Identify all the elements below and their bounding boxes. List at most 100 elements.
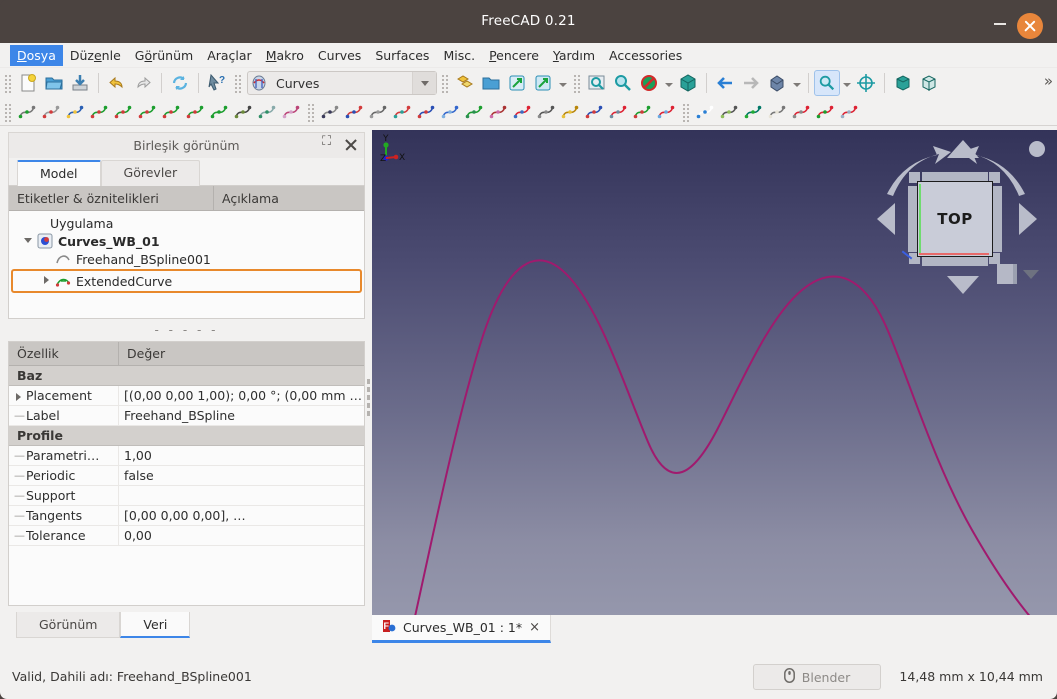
close-button[interactable] — [1017, 13, 1043, 39]
menu-item-misc[interactable]: Misc. — [436, 45, 482, 66]
corner-cube-icon[interactable] — [997, 264, 1017, 284]
menu-item-curves[interactable]: Curves — [311, 45, 368, 66]
navcube-face[interactable]: TOP — [917, 181, 993, 257]
menu-item-ara-lar[interactable]: Araçlar — [200, 45, 259, 66]
isocurve-icon[interactable] — [534, 100, 558, 124]
property-row[interactable]: — Tangents [0,00 0,00 0,00], … — [9, 506, 364, 526]
blend-surface-icon[interactable] — [342, 100, 366, 124]
undo-icon[interactable] — [104, 70, 130, 96]
gordon-surface-icon[interactable] — [279, 100, 303, 124]
tree-item[interactable]: Freehand_BSpline001 — [9, 250, 364, 268]
property-value-cell[interactable]: [0,00 0,00 0,00], … — [119, 506, 364, 525]
toolbar-grip[interactable] — [233, 73, 242, 93]
nav-down-icon[interactable] — [947, 276, 979, 294]
mixed-curve-icon[interactable] — [654, 100, 678, 124]
zoom-icon[interactable] — [610, 70, 636, 96]
forward-arrow-icon[interactable] — [738, 70, 764, 96]
fit-selection-icon[interactable] — [853, 70, 879, 96]
open-document-icon[interactable] — [41, 70, 67, 96]
property-row[interactable]: — Label Freehand_BSpline — [9, 406, 364, 426]
clipboard-icon[interactable] — [765, 100, 789, 124]
interpolate-icon[interactable] — [159, 100, 183, 124]
bspline-icon[interactable] — [39, 100, 63, 124]
profile-support-icon[interactable] — [414, 100, 438, 124]
axonometric-icon[interactable] — [675, 70, 701, 96]
back-arrow-icon[interactable] — [712, 70, 738, 96]
workbench-selector[interactable]: Curves — [247, 71, 437, 95]
toolbar-grip[interactable] — [3, 101, 12, 122]
toolbar-grip[interactable] — [306, 101, 315, 122]
save-document-icon[interactable] — [67, 70, 93, 96]
pipeshell-icon[interactable] — [462, 100, 486, 124]
pipeshell-profile-icon[interactable] — [255, 100, 279, 124]
sphere-icon[interactable] — [558, 100, 582, 124]
texture-box-icon[interactable] — [916, 70, 942, 96]
clip-plane-icon[interactable] — [890, 70, 916, 96]
close-icon[interactable] — [344, 138, 358, 152]
property-value-cell[interactable]: false — [119, 466, 364, 485]
zoom-box-caret[interactable] — [840, 71, 853, 95]
minimize-button[interactable] — [991, 14, 1009, 30]
isometric-view-icon[interactable] — [764, 70, 790, 96]
menu-item-dosya[interactable]: Dosya — [10, 44, 63, 66]
sketch-on-surface-icon[interactable] — [837, 100, 861, 124]
property-row[interactable]: — Parametri… 1,00 — [9, 446, 364, 466]
discretize-icon[interactable] — [111, 100, 135, 124]
panel-splitter-handle[interactable]: - - - - - — [8, 319, 365, 341]
navcube-edge-bottom[interactable] — [922, 256, 988, 266]
menu-item-surfaces[interactable]: Surfaces — [368, 45, 436, 66]
join-curve-icon[interactable] — [87, 100, 111, 124]
menu-item-makro[interactable]: Makro — [259, 45, 311, 66]
draw-style-icon[interactable] — [636, 70, 662, 96]
restore-icon[interactable] — [322, 134, 336, 152]
nav-right-icon[interactable] — [1019, 203, 1037, 235]
corner-caret-icon[interactable] — [1023, 270, 1039, 279]
chevron-right-icon[interactable] — [41, 275, 53, 287]
whats-this-icon[interactable]: ? — [204, 70, 230, 96]
menu-item-accessories[interactable]: Accessories — [602, 45, 689, 66]
toolbar-grip[interactable] — [681, 101, 690, 122]
tree-item[interactable]: Uygulama — [9, 214, 364, 232]
curve-on-surface-icon[interactable] — [486, 100, 510, 124]
box-element-info-icon[interactable] — [717, 100, 741, 124]
segment-surface-icon[interactable] — [510, 100, 534, 124]
green-cube-icon[interactable] — [741, 100, 765, 124]
view-dropdown-caret[interactable] — [790, 71, 803, 95]
3d-viewport[interactable]: TOP Y Z X — [372, 130, 1057, 615]
refresh-icon[interactable] — [167, 70, 193, 96]
navigation-cube[interactable]: TOP — [869, 136, 1054, 301]
tab-model[interactable]: Model — [17, 160, 101, 186]
tab-görünüm[interactable]: Görünüm — [16, 612, 121, 638]
zoom-box-icon[interactable] — [814, 70, 840, 96]
property-value-cell[interactable]: 0,00 — [119, 526, 364, 545]
link-group-icon[interactable] — [530, 70, 556, 96]
property-value-cell[interactable] — [119, 486, 364, 505]
sweep-surface-icon[interactable] — [390, 100, 414, 124]
cube-arrow-icon[interactable] — [789, 100, 813, 124]
toolbar-grip[interactable] — [572, 73, 581, 93]
tree-item-selected[interactable]: ExtendedCurve — [11, 269, 362, 293]
std-group-icon[interactable] — [452, 70, 478, 96]
info-icon[interactable] — [693, 100, 717, 124]
tab-görevler[interactable]: Görevler — [100, 160, 201, 186]
nav-left-icon[interactable] — [877, 203, 895, 235]
menu-item-pencere[interactable]: Pencere — [482, 45, 546, 66]
link-dropdown-caret[interactable] — [556, 71, 569, 95]
line-icon[interactable] — [15, 100, 39, 124]
link-make-icon[interactable] — [504, 70, 530, 96]
curve-extend-x-icon[interactable] — [231, 100, 255, 124]
flatten-face-icon[interactable] — [438, 100, 462, 124]
workbench-selector-chevron[interactable] — [412, 72, 436, 94]
extend-curve-icon[interactable] — [183, 100, 207, 124]
menu-item-d-zenle[interactable]: Düzenle — [63, 45, 128, 66]
toolbar-grip[interactable] — [3, 73, 12, 93]
zebra-stripes-icon[interactable] — [318, 100, 342, 124]
vertical-splitter[interactable] — [366, 376, 371, 436]
menu-item-yard-m[interactable]: Yardım — [546, 45, 602, 66]
new-document-icon[interactable] — [15, 70, 41, 96]
property-value-cell[interactable]: Freehand_BSpline — [119, 406, 364, 425]
property-row[interactable]: — Tolerance 0,00 — [9, 526, 364, 546]
tab-veri[interactable]: Veri — [120, 612, 191, 638]
property-value-cell[interactable]: 1,00 — [119, 446, 364, 465]
trim-face-icon[interactable] — [630, 100, 654, 124]
